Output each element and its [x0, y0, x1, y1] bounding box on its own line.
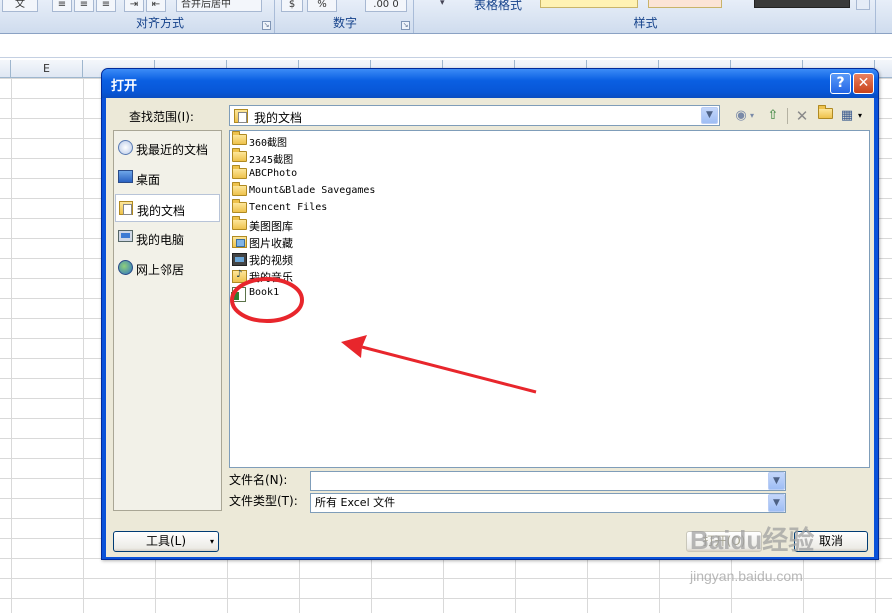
chevron-down-icon: ▾ [209, 537, 214, 546]
help-button[interactable]: ? [830, 73, 851, 94]
desktop-icon [118, 170, 133, 183]
toolbar-separator [787, 108, 788, 124]
file-name: ABCPhoto [249, 168, 298, 179]
align-right-button[interactable]: ≡ [96, 0, 116, 12]
filename-dropdown[interactable]: ▼ [768, 472, 785, 490]
look-in-value: 我的文档 [254, 111, 303, 125]
decimal-button[interactable]: .00 0 [365, 0, 407, 12]
styles-group: ▾ 表格格式 样式 [416, 0, 876, 33]
alignment-group: ≡ ≡ ≡ ⇥ ⇤ 合并后居中 对齐方式 ↘ [46, 0, 275, 33]
filetype-label: 文件类型(T): [229, 494, 298, 508]
new-folder-button[interactable] [815, 105, 835, 126]
watermark-url: jingyan.baidu.com [690, 568, 803, 584]
styles-scroll[interactable] [856, 0, 870, 10]
number-group-label: 数字 [332, 16, 357, 30]
my-computer-icon [118, 230, 133, 242]
delete-icon[interactable]: ✕ [792, 106, 812, 126]
file-name: 我的音乐 [249, 271, 293, 284]
place-recent[interactable]: 我最近的文档 [115, 134, 220, 162]
my-documents-icon [234, 109, 248, 123]
place-label: 我最近的文档 [136, 143, 209, 157]
place-desktop[interactable]: 桌面 [115, 164, 220, 192]
filename-input[interactable] [310, 471, 786, 491]
file-name: 2345截图 [249, 155, 294, 166]
music-folder-icon [232, 269, 247, 283]
my-documents-icon [119, 201, 133, 215]
file-name: 我的视频 [249, 254, 293, 267]
style-swatch-3[interactable] [754, 0, 850, 8]
number-launcher-icon[interactable]: ↘ [401, 21, 410, 30]
place-my-documents[interactable]: 我的文档 [115, 194, 220, 222]
file-name: 图片收藏 [249, 237, 293, 250]
look-in-combobox[interactable]: 我的文档 ▼ [229, 105, 720, 126]
file-name: Tencent Files [249, 202, 328, 213]
folder-icon [232, 165, 247, 179]
picture-folder-icon [232, 236, 247, 248]
table-format-button[interactable]: 表格格式 [474, 0, 522, 13]
place-label: 我的电脑 [136, 233, 185, 247]
align-left-button[interactable]: ≡ [52, 0, 72, 12]
column-header-left[interactable] [0, 60, 11, 78]
back-dropdown-icon[interactable]: ▾ [747, 106, 757, 126]
align-center-button[interactable]: ≡ [74, 0, 94, 12]
merge-center-button[interactable]: 合并后居中 [176, 0, 262, 12]
filename-label: 文件名(N): [229, 473, 288, 487]
accounting-format-button[interactable]: $ [281, 0, 303, 12]
baidu-watermark: Baidu经验 jingyan.baidu.com [690, 520, 890, 600]
place-label: 桌面 [136, 173, 161, 187]
folder-icon [232, 182, 247, 196]
open-dialog: 打开 ? ✕ 查找范围(I): 我的文档 ▼ ◉ ▾ ⇧ ✕ ▦ ▾ 我最近的文… [101, 68, 879, 560]
up-folder-button[interactable]: ⇧ [763, 106, 783, 126]
network-places-icon [118, 260, 133, 275]
column-header-e[interactable]: E [11, 60, 83, 78]
style-swatch-1[interactable] [540, 0, 638, 8]
folder-icon [232, 216, 247, 230]
file-list[interactable]: 360截图 2345截图 ABCPhoto Mount&Blade Savega… [229, 130, 870, 468]
views-dropdown-icon[interactable]: ▾ [855, 106, 865, 126]
number-group: $ % .00 0 数字 ↘ [277, 0, 414, 33]
folder-icon [232, 199, 247, 213]
outdent-button[interactable]: ⇤ [146, 0, 166, 12]
table-format-chevron-icon[interactable]: ▾ [440, 0, 445, 8]
file-name: 美图图库 [249, 220, 293, 233]
alignment-launcher-icon[interactable]: ↘ [262, 21, 271, 30]
formula-bar[interactable] [0, 36, 892, 58]
folder-icon [232, 148, 247, 162]
recent-documents-icon [118, 140, 133, 155]
places-bar: 我最近的文档 桌面 我的文档 我的电脑 网上邻居 [113, 130, 222, 511]
filetype-dropdown[interactable]: ▼ [768, 494, 785, 512]
indent-button[interactable]: ⇥ [124, 0, 144, 12]
dialog-titlebar[interactable]: 打开 ? ✕ [102, 69, 878, 98]
place-my-computer[interactable]: 我的电脑 [115, 224, 220, 252]
styles-group-label: 样式 [633, 16, 658, 30]
excel-file-icon [231, 287, 246, 302]
tools-label: 工具(L) [145, 534, 187, 548]
ribbon: 文 ≡ ≡ ≡ ⇥ ⇤ 合并后居中 对齐方式 ↘ $ % .00 0 数字 ↘ … [0, 0, 892, 34]
file-name: Book1 [249, 287, 280, 298]
file-name: 360截图 [249, 138, 288, 149]
place-network[interactable]: 网上邻居 [115, 254, 220, 282]
look-in-label: 查找范围(I): [129, 110, 194, 124]
filetype-select[interactable]: 所有 Excel 文件 [310, 493, 786, 513]
views-button[interactable]: ▦ [837, 106, 857, 126]
new-folder-icon [817, 105, 833, 119]
file-name: Mount&Blade Savegames [249, 185, 376, 196]
close-button[interactable]: ✕ [853, 73, 874, 94]
dialog-body: 查找范围(I): 我的文档 ▼ ◉ ▾ ⇧ ✕ ▦ ▾ 我最近的文档 桌面 我的… [106, 98, 874, 557]
watermark-brand: Baidu经验 [690, 525, 815, 555]
alignment-group-label: 对齐方式 [135, 16, 184, 30]
wrap-text-button[interactable]: 文 [2, 0, 38, 12]
folder-icon [232, 131, 247, 145]
chevron-down-icon[interactable]: ▼ [701, 107, 718, 124]
dialog-title: 打开 [111, 79, 138, 94]
video-folder-icon [232, 253, 247, 266]
place-label: 我的文档 [137, 204, 186, 218]
place-label: 网上邻居 [136, 263, 185, 277]
tools-button[interactable]: 工具(L) ▾ [113, 531, 219, 552]
style-swatch-2[interactable] [648, 0, 722, 8]
percent-button[interactable]: % [307, 0, 337, 12]
